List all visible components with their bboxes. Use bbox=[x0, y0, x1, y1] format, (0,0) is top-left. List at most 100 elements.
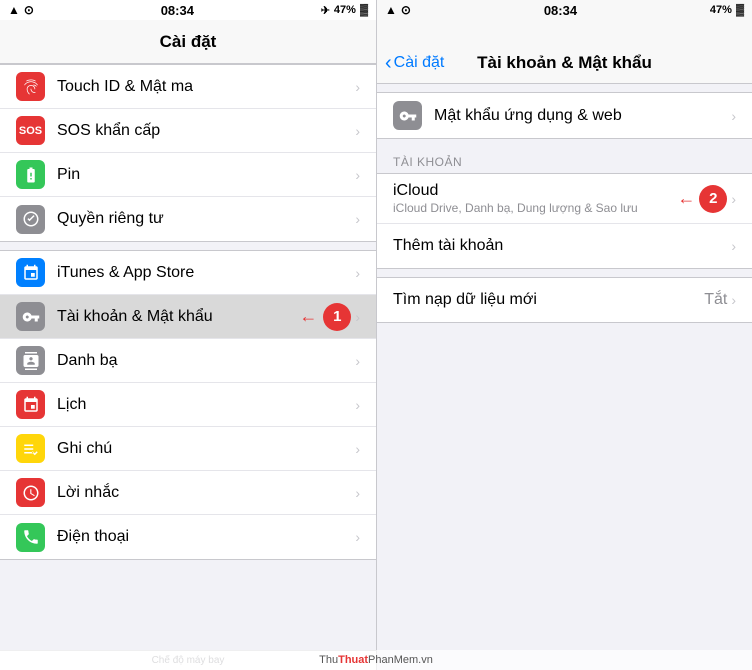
calendar-label: Lịch bbox=[57, 396, 355, 414]
right-status-bar: ▲ ⊙ 08:34 47% ▓ bbox=[377, 0, 752, 20]
right-add-account-chevron: › bbox=[731, 238, 736, 254]
signal-icon: ▲ bbox=[8, 3, 20, 17]
right-fetch-label: Tìm nạp dữ liệu mới bbox=[393, 291, 704, 309]
right-wifi-icon: ⊙ bbox=[401, 3, 411, 17]
notes-label: Ghi chú bbox=[57, 440, 355, 458]
privacy-chevron: › bbox=[355, 211, 360, 227]
left-status-icons: ▲ ⊙ bbox=[8, 3, 34, 17]
accounts-label: Tài khoản & Mật khẩu bbox=[57, 308, 299, 326]
right-group-accounts: iCloud iCloud Drive, Danh bạ, Dung lượng… bbox=[377, 173, 752, 269]
right-item-password[interactable]: Mật khẩu ứng dụng & web › bbox=[377, 93, 752, 138]
pin-icon bbox=[16, 160, 45, 189]
left-status-bar: ▲ ⊙ 08:34 ✈ 47% ▓ bbox=[0, 0, 376, 20]
settings-item-sos[interactable]: SOS SOS khẩn cấp › bbox=[0, 109, 376, 153]
airplane-icon: ✈ bbox=[321, 4, 330, 17]
step-badge-1: 1 bbox=[323, 303, 351, 331]
right-fetch-chevron: › bbox=[731, 292, 736, 308]
right-nav-bar: ‹ Cài đặt Tài khoản & Mật khẩu bbox=[377, 20, 752, 84]
pin-chevron: › bbox=[355, 167, 360, 183]
settings-group-apps: iTunes & App Store › Tài khoản & Mật khẩ… bbox=[0, 250, 376, 560]
settings-item-notes[interactable]: Ghi chú › bbox=[0, 427, 376, 471]
right-add-account-label: Thêm tài khoản bbox=[393, 237, 731, 255]
back-label: Cài đặt bbox=[394, 54, 445, 72]
settings-item-accounts[interactable]: Tài khoản & Mật khẩu ← 1 › bbox=[0, 295, 376, 339]
right-add-account-content: Thêm tài khoản bbox=[393, 237, 731, 255]
itunes-label: iTunes & App Store bbox=[57, 264, 355, 282]
left-time: 08:34 bbox=[161, 3, 194, 18]
right-signal-icon: ▲ bbox=[385, 3, 397, 17]
phone-chevron: › bbox=[355, 529, 360, 545]
reminders-chevron: › bbox=[355, 485, 360, 501]
notes-chevron: › bbox=[355, 441, 360, 457]
calendar-chevron: › bbox=[355, 397, 360, 413]
right-panel: ▲ ⊙ 08:34 47% ▓ ‹ Cài đặt Tài khoản & Mậ… bbox=[376, 0, 752, 670]
right-content: Mật khẩu ứng dụng & web › TÀI KHOẢN iClo… bbox=[377, 84, 752, 670]
watermark-brand: Thuat bbox=[338, 654, 368, 666]
battery-icon: ▓ bbox=[360, 4, 368, 16]
settings-item-pin[interactable]: Pin › bbox=[0, 153, 376, 197]
settings-item-touch-id[interactable]: Touch ID & Mật ma › bbox=[0, 65, 376, 109]
right-battery-area: 47% ▓ bbox=[710, 4, 744, 16]
itunes-icon bbox=[16, 258, 45, 287]
reminders-label: Lời nhắc bbox=[57, 484, 355, 502]
back-chevron-icon: ‹ bbox=[385, 53, 392, 73]
right-icloud-label: iCloud bbox=[393, 182, 677, 200]
phone-label: Điện thoại bbox=[57, 528, 355, 546]
wifi-icon: ⊙ bbox=[24, 3, 34, 17]
touch-id-label: Touch ID & Mật ma bbox=[57, 78, 355, 96]
divider-1 bbox=[0, 242, 376, 250]
accounts-chevron: › bbox=[355, 309, 360, 325]
right-battery-percent: 47% bbox=[710, 4, 732, 16]
reminders-icon bbox=[16, 478, 45, 507]
settings-item-phone[interactable]: Điện thoại › bbox=[0, 515, 376, 559]
calendar-icon bbox=[16, 390, 45, 419]
left-nav-title: Cài đặt bbox=[160, 32, 217, 52]
right-fetch-value: Tắt bbox=[704, 291, 727, 309]
right-status-icons: ▲ ⊙ bbox=[385, 3, 411, 17]
step1-arrow: ← bbox=[299, 306, 317, 327]
accounts-icon bbox=[16, 302, 45, 331]
step2-arrow: ← bbox=[677, 188, 695, 209]
right-icloud-chevron: › bbox=[731, 191, 736, 207]
right-icloud-sublabel: iCloud Drive, Danh bạ, Dung lượng & Sao … bbox=[393, 201, 677, 215]
right-password-label: Mật khẩu ứng dụng & web bbox=[434, 107, 731, 125]
settings-item-reminders[interactable]: Lời nhắc › bbox=[0, 471, 376, 515]
watermark-text: ThuThuatPhanMem.vn bbox=[319, 654, 433, 666]
right-password-content: Mật khẩu ứng dụng & web bbox=[434, 107, 731, 125]
sos-label: SOS khẩn cấp bbox=[57, 122, 355, 140]
sos-chevron: › bbox=[355, 123, 360, 139]
contacts-icon bbox=[16, 346, 45, 375]
back-button[interactable]: ‹ Cài đặt bbox=[385, 53, 444, 73]
right-icloud-content: iCloud iCloud Drive, Danh bạ, Dung lượng… bbox=[393, 182, 677, 215]
left-battery-area: ✈ 47% ▓ bbox=[321, 4, 368, 17]
settings-item-itunes[interactable]: iTunes & App Store › bbox=[0, 251, 376, 295]
contacts-chevron: › bbox=[355, 353, 360, 369]
right-section-header: TÀI KHOẢN bbox=[377, 147, 752, 173]
pin-label: Pin bbox=[57, 166, 355, 184]
settings-item-privacy[interactable]: Quyền riêng tư › bbox=[0, 197, 376, 241]
touch-id-chevron: › bbox=[355, 79, 360, 95]
right-password-icon bbox=[393, 101, 422, 130]
right-group-password: Mật khẩu ứng dụng & web › bbox=[377, 92, 752, 139]
watermark: ThuThuatPhanMem.vn bbox=[0, 650, 752, 670]
right-password-chevron: › bbox=[731, 108, 736, 124]
contacts-label: Danh bạ bbox=[57, 352, 355, 370]
left-nav-bar: Cài đặt bbox=[0, 20, 376, 64]
right-time: 08:34 bbox=[544, 3, 577, 18]
right-item-add-account[interactable]: Thêm tài khoản › bbox=[377, 224, 752, 268]
right-item-icloud[interactable]: iCloud iCloud Drive, Danh bạ, Dung lượng… bbox=[377, 174, 752, 224]
privacy-label: Quyền riêng tư bbox=[57, 210, 355, 228]
phone-icon bbox=[16, 523, 45, 552]
right-nav-title: Tài khoản & Mật khẩu bbox=[477, 53, 652, 73]
left-settings-list: Touch ID & Mật ma › SOS SOS khẩn cấp › P… bbox=[0, 64, 376, 650]
right-group-fetch: Tìm nạp dữ liệu mới Tắt › bbox=[377, 277, 752, 323]
right-item-fetch[interactable]: Tìm nạp dữ liệu mới Tắt › bbox=[377, 278, 752, 322]
step-badge-2: 2 bbox=[699, 185, 727, 213]
right-battery-icon: ▓ bbox=[736, 4, 744, 16]
itunes-chevron: › bbox=[355, 265, 360, 281]
notes-icon bbox=[16, 434, 45, 463]
settings-item-calendar[interactable]: Lịch › bbox=[0, 383, 376, 427]
settings-group-security: Touch ID & Mật ma › SOS SOS khẩn cấp › P… bbox=[0, 64, 376, 242]
settings-item-contacts[interactable]: Danh bạ › bbox=[0, 339, 376, 383]
left-battery-percent: 47% bbox=[334, 4, 356, 16]
